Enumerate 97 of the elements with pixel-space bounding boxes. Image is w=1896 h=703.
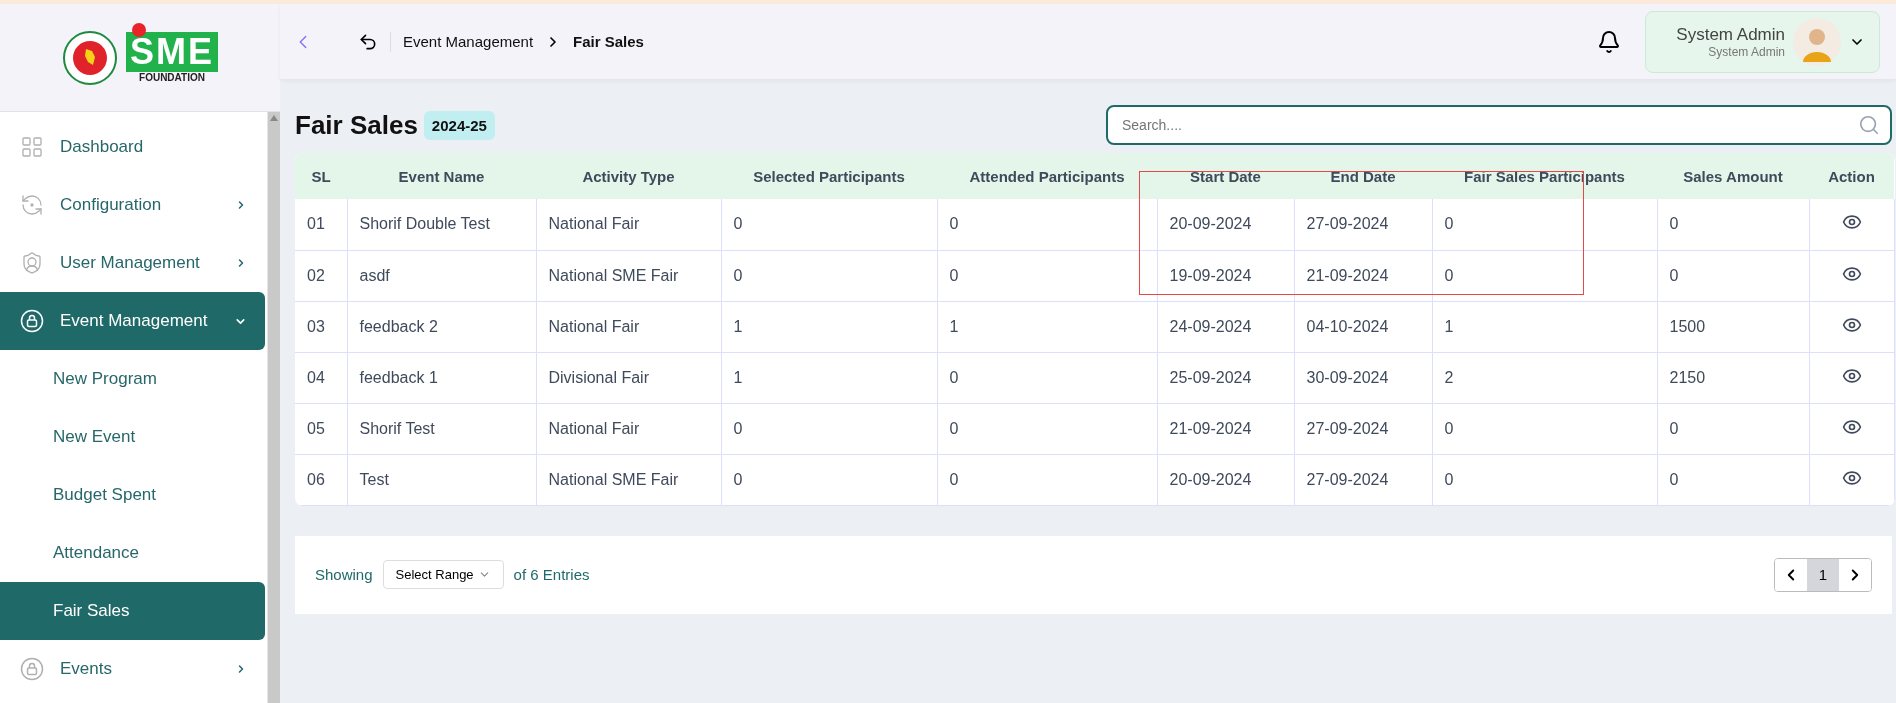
table-cell: asdf: [347, 250, 536, 301]
table-cell: 0: [721, 403, 937, 454]
avatar-icon: [1793, 17, 1841, 66]
table-cell: 0: [721, 454, 937, 505]
user-role: System Admin: [1708, 44, 1785, 59]
notification-bell-icon[interactable]: [1597, 29, 1622, 54]
table-cell: 0: [1657, 199, 1809, 250]
column-header: SL: [295, 153, 347, 199]
sidebar-subitem[interactable]: Budget Spent: [0, 466, 265, 524]
table-cell: 1500: [1657, 301, 1809, 352]
table-cell: National Fair: [536, 199, 721, 250]
sidebar-item[interactable]: User Management: [0, 234, 265, 292]
entries-label: of 6 Entries: [513, 566, 590, 583]
sidebar-subitem[interactable]: New Event: [0, 408, 265, 466]
table-cell: 0: [721, 250, 937, 301]
table-cell: 0: [1657, 250, 1809, 301]
showing-label: Showing: [315, 566, 373, 583]
table-cell: 27-09-2024: [1294, 199, 1432, 250]
table-cell: 1: [721, 301, 937, 352]
table-cell: 21-09-2024: [1294, 250, 1432, 301]
breadcrumb-item: Fair Sales: [573, 33, 644, 50]
column-header: Event Name: [347, 153, 536, 199]
table-cell: 1: [721, 352, 937, 403]
table-cell: 04: [295, 352, 347, 403]
table-cell: 2150: [1657, 352, 1809, 403]
breadcrumb-item[interactable]: Event Management: [403, 33, 534, 50]
page-button[interactable]: 1: [1807, 558, 1839, 591]
column-header: Start Date: [1157, 153, 1294, 199]
logo-dot: [132, 23, 146, 37]
table-cell: 19-09-2024: [1157, 250, 1294, 301]
table-cell: 25-09-2024: [1157, 352, 1294, 403]
table-cell: 0: [1432, 403, 1657, 454]
shield-user-icon: [20, 251, 44, 275]
table-cell: 24-09-2024: [1157, 301, 1294, 352]
column-header: End Date: [1294, 153, 1432, 199]
search-field[interactable]: Search....: [1106, 105, 1892, 145]
sidebar-subitem[interactable]: Fair Sales: [0, 582, 265, 640]
user-menu[interactable]: System Admin System Admin: [1645, 10, 1880, 73]
table-cell: 30-09-2024: [1294, 352, 1432, 403]
table-cell: 0: [1432, 199, 1657, 250]
emblem-icon: [62, 29, 118, 86]
table-cell: 21-09-2024: [1157, 403, 1294, 454]
lock-icon: [20, 657, 44, 681]
back-icon[interactable]: [358, 31, 378, 52]
table-cell: 0: [1432, 454, 1657, 505]
table-cell: 0: [721, 199, 937, 250]
table-cell: 1: [937, 301, 1157, 352]
table-cell: 04-10-2024: [1294, 301, 1432, 352]
range-select[interactable]: Select Range: [382, 560, 504, 589]
lock-icon: [20, 309, 44, 333]
table-cell: 27-09-2024: [1294, 403, 1432, 454]
table-cell: 06: [295, 454, 347, 505]
table-cell: National Fair: [536, 301, 721, 352]
table-cell: 1: [1432, 301, 1657, 352]
sidebar-item[interactable]: Configuration: [0, 176, 265, 234]
column-header: Activity Type: [536, 153, 721, 199]
page-title: Fair Sales: [295, 109, 418, 141]
column-header: Action: [1809, 153, 1894, 199]
logo-text: SME: [126, 32, 218, 72]
sidebar-item[interactable]: Event Management: [0, 292, 265, 350]
column-header: Selected Participants: [721, 153, 937, 199]
table-cell: Divisional Fair: [536, 352, 721, 403]
user-name: System Admin: [1676, 24, 1785, 45]
table-cell: Shorif Test: [347, 403, 536, 454]
logo-subtitle: FOUNDATION: [139, 72, 205, 83]
sidebar-subitem[interactable]: New Program: [0, 350, 265, 408]
table-cell: 03: [295, 301, 347, 352]
table-cell: 0: [937, 454, 1157, 505]
sidebar-item[interactable]: Dashboard: [0, 118, 265, 176]
table-cell: feedback 1: [347, 352, 536, 403]
table-cell: National Fair: [536, 403, 721, 454]
table-cell: National SME Fair: [536, 454, 721, 505]
column-header: Attended Participants: [937, 153, 1157, 199]
column-header: Sales Amount: [1657, 153, 1809, 199]
table-cell: feedback 2: [347, 301, 536, 352]
search-icon[interactable]: [1858, 114, 1880, 136]
table-cell: 0: [1657, 454, 1809, 505]
table-cell: 0: [1657, 403, 1809, 454]
table-cell: Shorif Double Test: [347, 199, 536, 250]
grid-icon: [20, 135, 44, 159]
table-cell: 05: [295, 403, 347, 454]
table-cell: Test: [347, 454, 536, 505]
sidebar-item[interactable]: Events: [0, 640, 265, 698]
table-cell: 20-09-2024: [1157, 199, 1294, 250]
table-cell: 0: [937, 199, 1157, 250]
table-cell: 2: [1432, 352, 1657, 403]
sidebar-subitem[interactable]: Attendance: [0, 524, 265, 582]
table-cell: 27-09-2024: [1294, 454, 1432, 505]
table-cell: 20-09-2024: [1157, 454, 1294, 505]
table-cell: National SME Fair: [536, 250, 721, 301]
table-cell: 0: [937, 403, 1157, 454]
table-cell: 0: [1432, 250, 1657, 301]
table-cell: 01: [295, 199, 347, 250]
table-cell: 0: [937, 352, 1157, 403]
year-tag: 2024-25: [423, 110, 495, 140]
table-cell: 0: [937, 250, 1157, 301]
table-cell: 02: [295, 250, 347, 301]
